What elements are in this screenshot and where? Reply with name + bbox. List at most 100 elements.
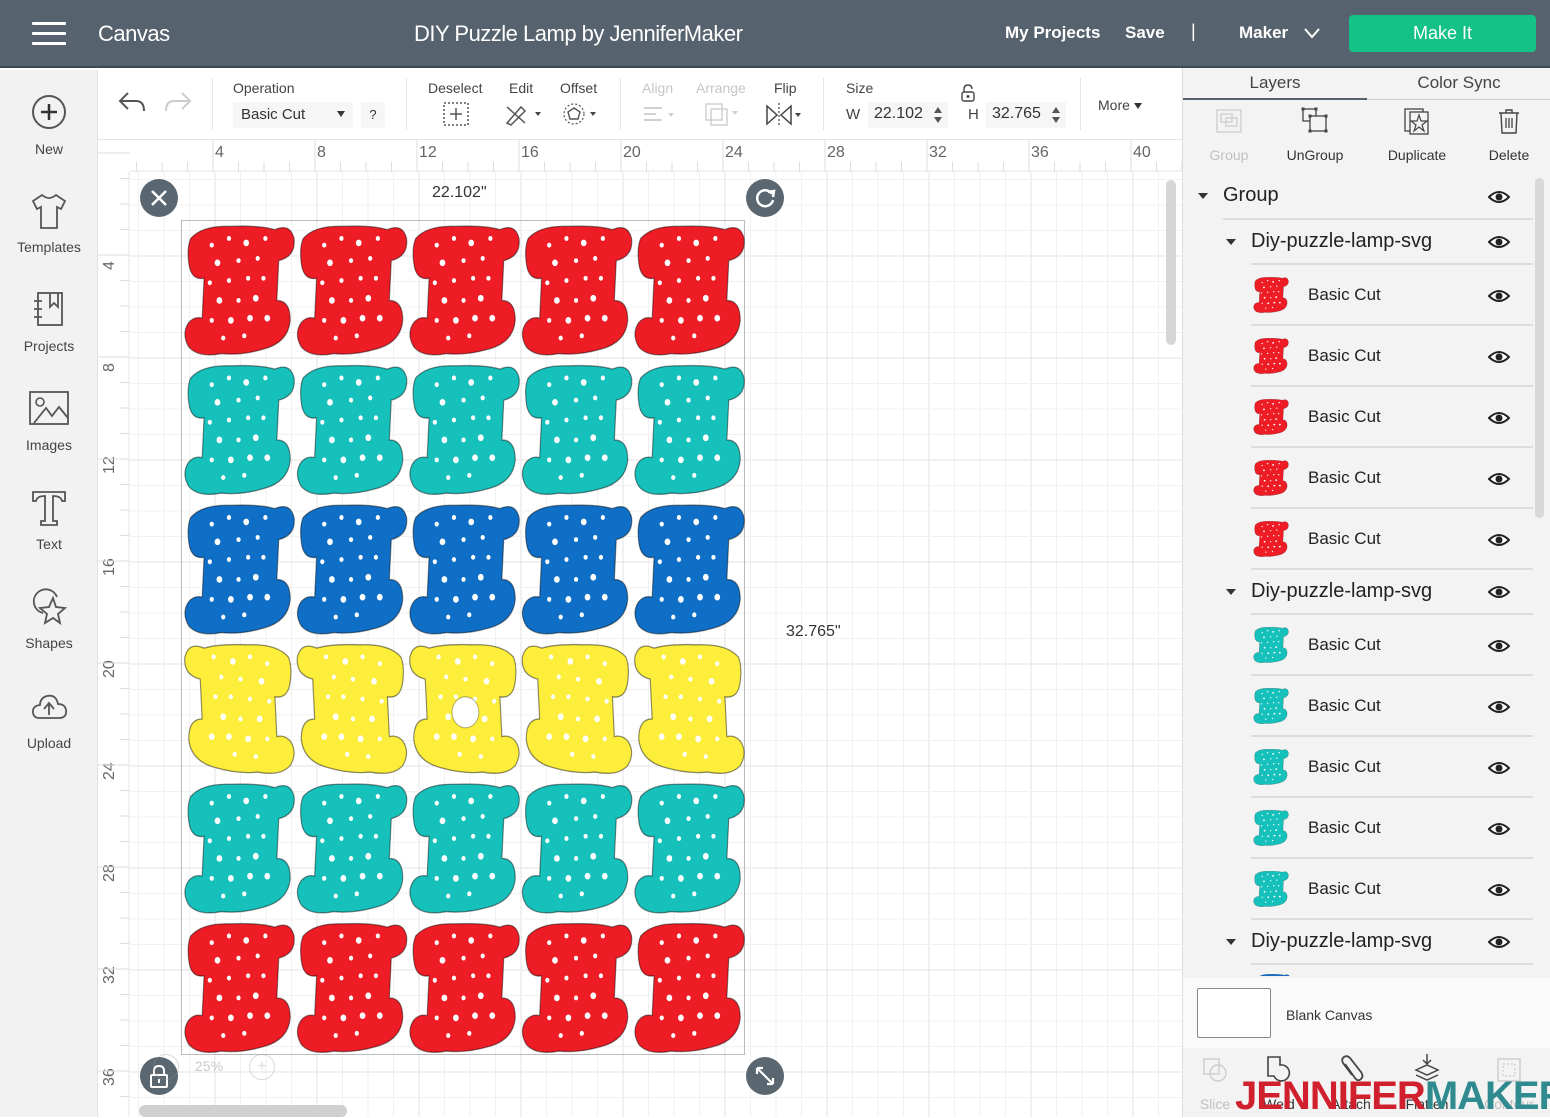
- zoom-in-button[interactable]: +: [249, 1054, 275, 1080]
- offset-icon[interactable]: [562, 101, 602, 127]
- puzzle-piece[interactable]: [409, 783, 520, 914]
- redo-icon[interactable]: [164, 90, 192, 114]
- menu-hamburger-icon[interactable]: [32, 22, 66, 48]
- layer-item-row[interactable]: Basic Cut: [1183, 326, 1533, 387]
- puzzle-piece[interactable]: [296, 783, 408, 914]
- layer-subgroup-row[interactable]: Diy-puzzle-lamp-svg: [1183, 220, 1533, 265]
- visibility-eye-icon[interactable]: [1488, 190, 1510, 204]
- remove-selection-button[interactable]: [140, 179, 178, 217]
- layers-scrollbar[interactable]: [1535, 178, 1544, 518]
- visibility-eye-icon[interactable]: [1488, 533, 1510, 547]
- layer-item-row[interactable]: Basic Cut: [1183, 387, 1533, 448]
- design-canvas[interactable]: 4 8 12 16 20 24 28 32 36 40 4 8 12 16 20 24 28 32 36 22.1…: [98, 140, 1182, 1117]
- layer-item-row[interactable]: Basic Cut: [1183, 676, 1533, 737]
- my-projects-link[interactable]: My Projects: [1005, 23, 1100, 43]
- machine-selector[interactable]: Maker: [1239, 23, 1288, 43]
- visibility-eye-icon[interactable]: [1488, 411, 1510, 425]
- visibility-eye-icon[interactable]: [1488, 585, 1510, 599]
- sidebar-item-text[interactable]: Text: [0, 489, 98, 579]
- visibility-eye-icon[interactable]: [1488, 289, 1510, 303]
- puzzle-piece[interactable]: [184, 504, 295, 635]
- puzzle-piece[interactable]: [296, 364, 408, 495]
- puzzle-piece[interactable]: [296, 504, 408, 635]
- visibility-eye-icon[interactable]: [1488, 822, 1510, 836]
- puzzle-piece[interactable]: [409, 922, 520, 1053]
- make-it-button[interactable]: Make It: [1349, 15, 1536, 52]
- puzzle-piece[interactable]: [184, 922, 295, 1053]
- undo-icon[interactable]: [118, 90, 146, 114]
- chevron-down-icon[interactable]: [1303, 26, 1321, 40]
- puzzle-piece[interactable]: [184, 783, 295, 914]
- edit-pencil-ruler-icon[interactable]: [503, 101, 543, 127]
- sidebar-item-projects[interactable]: Projects: [0, 291, 98, 381]
- puzzle-piece[interactable]: [634, 783, 745, 914]
- layer-group-row[interactable]: Group: [1183, 174, 1533, 220]
- duplicate-button[interactable]: Duplicate: [1371, 102, 1463, 166]
- tab-layers[interactable]: Layers: [1183, 68, 1367, 100]
- resize-handle-button[interactable]: [746, 1057, 784, 1095]
- layer-item-row[interactable]: Basic Cut: [1183, 615, 1533, 676]
- visibility-eye-icon[interactable]: [1488, 883, 1510, 897]
- puzzle-piece[interactable]: [184, 364, 295, 495]
- visibility-eye-icon[interactable]: [1488, 472, 1510, 486]
- layer-item-row[interactable]: Basic Cut: [1183, 448, 1533, 509]
- blank-canvas-swatch[interactable]: [1197, 988, 1271, 1038]
- puzzle-piece[interactable]: [296, 643, 408, 774]
- expand-caret-icon[interactable]: [1198, 193, 1208, 199]
- layer-item-row[interactable]: Basic Cut: [1183, 737, 1533, 798]
- sidebar-item-new[interactable]: New: [0, 94, 98, 184]
- blank-canvas-layer[interactable]: Blank Canvas: [1183, 978, 1550, 1048]
- puzzle-piece[interactable]: [184, 643, 295, 774]
- layer-item-row[interactable]: Basic Cut: [1183, 798, 1533, 859]
- sidebar-item-images[interactable]: Images: [0, 390, 98, 480]
- rotate-handle-button[interactable]: [746, 179, 784, 217]
- puzzle-piece[interactable]: [634, 364, 745, 495]
- puzzle-piece[interactable]: [409, 364, 520, 495]
- more-button[interactable]: More: [1098, 97, 1142, 113]
- operation-help-button[interactable]: ?: [361, 102, 385, 128]
- save-button[interactable]: Save: [1125, 23, 1165, 43]
- tab-color-sync[interactable]: Color Sync: [1367, 68, 1550, 100]
- visibility-eye-icon[interactable]: [1488, 235, 1510, 249]
- operation-select[interactable]: Basic Cut: [233, 102, 353, 128]
- delete-button[interactable]: Delete: [1463, 102, 1550, 166]
- sidebar-item-shapes[interactable]: Shapes: [0, 588, 98, 678]
- layer-item-row[interactable]: Basic Cut: [1183, 509, 1533, 570]
- width-stepper-icon[interactable]: [933, 106, 943, 124]
- layer-item-row[interactable]: Basic Cut: [1183, 265, 1533, 326]
- puzzle-piece[interactable]: [521, 225, 633, 356]
- flip-icon[interactable]: [765, 102, 807, 128]
- zoom-out-button[interactable]: [153, 1054, 179, 1080]
- visibility-eye-icon[interactable]: [1488, 700, 1510, 714]
- expand-caret-icon[interactable]: [1226, 589, 1236, 595]
- puzzle-piece[interactable]: [521, 364, 633, 495]
- puzzle-piece[interactable]: [634, 922, 745, 1053]
- layer-item-row[interactable]: Basic Cut: [1183, 859, 1533, 920]
- height-stepper-icon[interactable]: [1051, 106, 1061, 124]
- layer-subgroup-row[interactable]: Diy-puzzle-lamp-svg: [1183, 570, 1533, 615]
- visibility-eye-icon[interactable]: [1488, 935, 1510, 949]
- puzzle-piece[interactable]: [521, 643, 633, 774]
- puzzle-piece[interactable]: [521, 504, 633, 635]
- puzzle-piece[interactable]: [409, 225, 520, 356]
- ungroup-button[interactable]: UnGroup: [1269, 102, 1361, 166]
- deselect-icon[interactable]: [442, 101, 470, 127]
- expand-caret-icon[interactable]: [1226, 939, 1236, 945]
- sidebar-item-upload[interactable]: Upload: [0, 688, 98, 778]
- puzzle-piece[interactable]: [409, 504, 520, 635]
- puzzle-piece[interactable]: [296, 922, 408, 1053]
- horizontal-scrollbar[interactable]: [139, 1105, 347, 1117]
- sidebar-item-templates[interactable]: Templates: [0, 192, 98, 282]
- puzzle-piece[interactable]: [296, 225, 408, 356]
- visibility-eye-icon[interactable]: [1488, 761, 1510, 775]
- lock-open-icon[interactable]: [960, 84, 976, 102]
- vertical-scrollbar[interactable]: [1166, 180, 1176, 345]
- layer-subgroup-row[interactable]: Diy-puzzle-lamp-svg: [1183, 920, 1533, 965]
- puzzle-piece[interactable]: [521, 783, 633, 914]
- puzzle-piece[interactable]: [409, 643, 520, 774]
- puzzle-piece[interactable]: [634, 225, 745, 356]
- puzzle-piece[interactable]: [521, 922, 633, 1053]
- visibility-eye-icon[interactable]: [1488, 639, 1510, 653]
- puzzle-piece[interactable]: [634, 504, 745, 635]
- selection-box[interactable]: [181, 220, 745, 1055]
